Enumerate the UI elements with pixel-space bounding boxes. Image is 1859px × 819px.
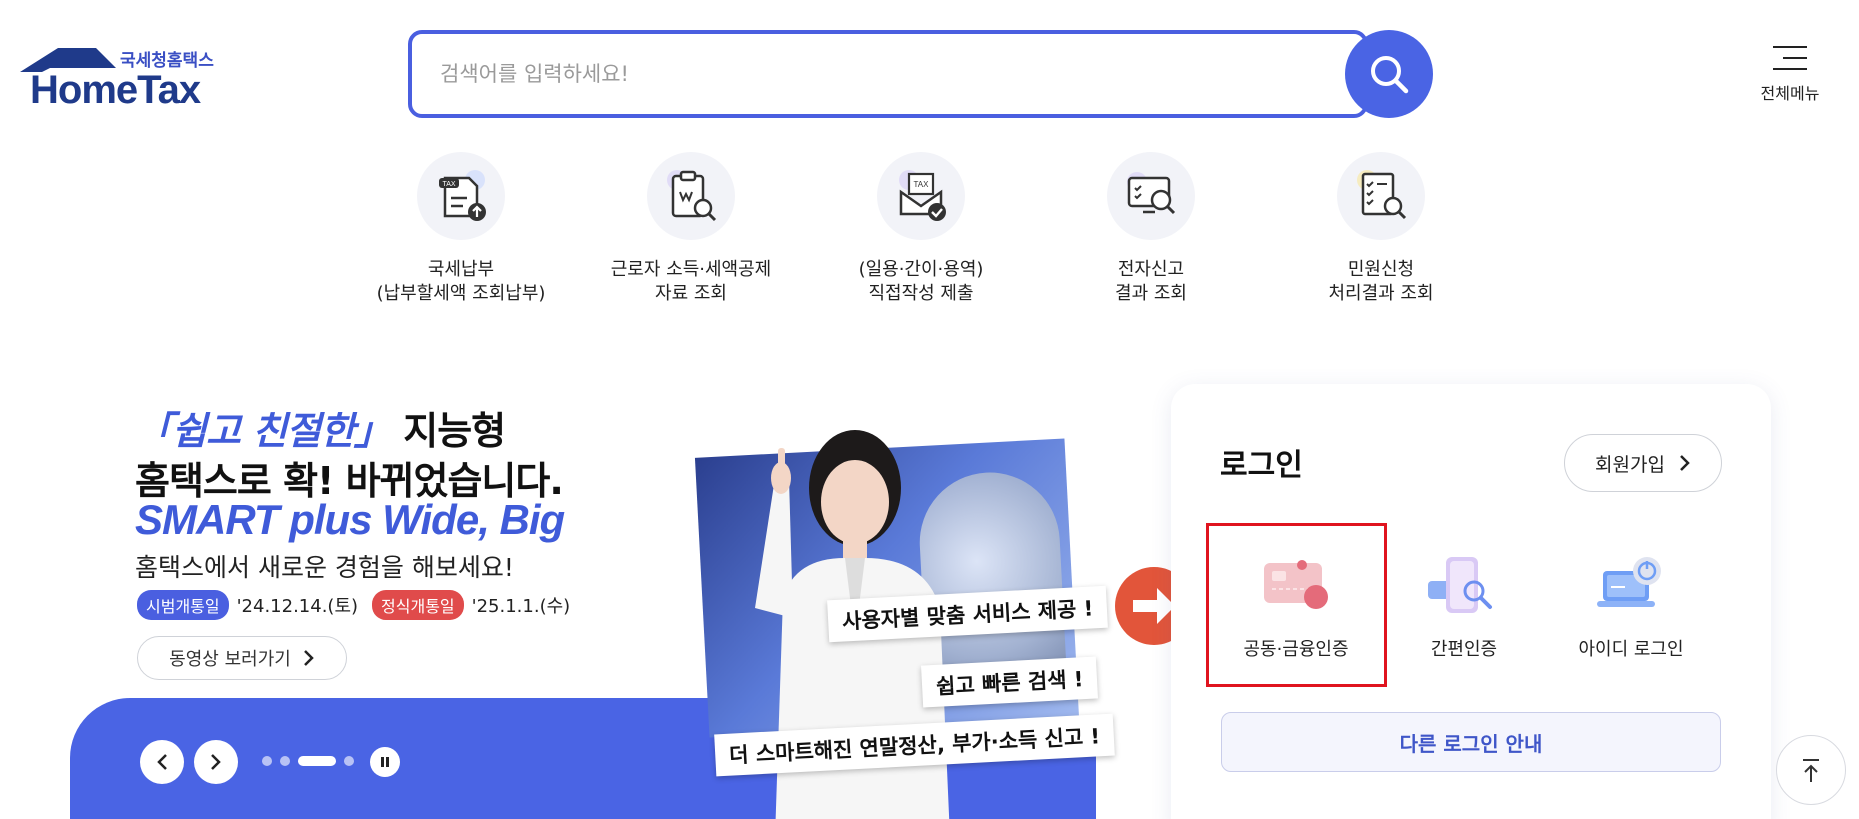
carousel-dot[interactable]	[344, 756, 354, 766]
search-button[interactable]	[1345, 30, 1433, 118]
quick-menu-e-filing[interactable]: 전자신고 결과 조회	[1051, 152, 1251, 306]
quick-menu-label: 전자신고 결과 조회	[1115, 259, 1187, 304]
pause-icon	[381, 757, 389, 767]
hero-headline-1: 「쉽고 친절한」 지능형	[135, 400, 506, 455]
carousel-next-button[interactable]	[194, 740, 238, 784]
hero-subtitle: 홈택스에서 새로운 경험을 해보세요!	[135, 553, 514, 582]
chevron-right-icon	[1680, 455, 1690, 471]
scroll-to-top-button[interactable]	[1776, 735, 1846, 805]
id-login-option[interactable]: 아이디 로그인	[1546, 525, 1716, 685]
carousel-dot[interactable]	[280, 756, 290, 766]
quick-menu-civil[interactable]: 민원신청 처리결과 조회	[1281, 152, 1481, 306]
quick-menu-label: 국세납부 (납부할세액 조회납부)	[376, 259, 546, 304]
arrow-up-icon	[1803, 759, 1819, 782]
all-menu-label: 전체메뉴	[1760, 84, 1820, 103]
simple-auth-label: 간편인증	[1430, 639, 1498, 660]
pilot-launch-badge: 시범개통일	[137, 590, 229, 620]
deduction-search-icon	[647, 152, 735, 240]
search-icon	[1371, 56, 1409, 94]
tax-payment-icon: TAX	[417, 152, 505, 240]
launch-dates: 시범개통일 '24.12.14.(토) 정식개통일 '25.1.1.(수)	[137, 590, 570, 620]
hero-headline-3: SMART plus Wide, Big	[135, 496, 565, 543]
id-login-icon	[1591, 553, 1671, 623]
hero-headline-accent: 「쉽고 친절한」	[135, 409, 392, 453]
quick-menu-label: 근로자 소득·세액공제 자료 조회	[610, 259, 772, 304]
other-login-guide-button[interactable]: 다른 로그인 안내	[1221, 712, 1721, 772]
tax-submit-icon: TAX	[877, 152, 965, 240]
carousel-dot-active[interactable]	[298, 756, 336, 766]
search-box	[408, 30, 1368, 118]
e-filing-result-icon	[1107, 152, 1195, 240]
carousel-indicator	[262, 756, 354, 766]
selection-highlight	[1206, 523, 1387, 687]
search-input[interactable]	[440, 34, 1260, 114]
chevron-right-icon	[211, 754, 221, 770]
quick-menu-tax-payment[interactable]: TAX 국세납부 (납부할세액 조회납부)	[361, 152, 561, 306]
pilot-launch-date: '24.12.14.(토)	[236, 596, 359, 617]
watch-video-button[interactable]: 동영상 보러가기	[137, 636, 347, 680]
carousel-prev-button[interactable]	[140, 740, 184, 784]
hero-headline-rest: 지능형	[391, 409, 506, 453]
signup-button[interactable]: 회원가입	[1564, 434, 1722, 492]
quick-menu-deduction[interactable]: 근로자 소득·세액공제 자료 조회	[591, 152, 791, 306]
svg-text:TAX: TAX	[914, 180, 930, 189]
simple-auth-icon	[1424, 553, 1504, 623]
simple-auth-option[interactable]: 간편인증	[1379, 525, 1549, 685]
logo-title: HomeTax	[30, 68, 201, 112]
all-menu-button[interactable]: 전체메뉴	[1745, 42, 1835, 112]
quick-menu-label: 민원신청 처리결과 조회	[1328, 259, 1434, 304]
official-launch-badge: 정식개통일	[372, 590, 464, 620]
carousel-pause-button[interactable]	[370, 747, 400, 777]
hometax-logo[interactable]: 국세청홈택스 HomeTax	[20, 40, 230, 112]
hamburger-icon	[1773, 46, 1807, 70]
watch-video-label: 동영상 보러가기	[169, 649, 291, 670]
chevron-left-icon	[157, 754, 167, 770]
id-login-label: 아이디 로그인	[1578, 639, 1684, 660]
civil-result-icon	[1337, 152, 1425, 240]
login-title: 로그인	[1220, 448, 1303, 483]
carousel-dot[interactable]	[262, 756, 272, 766]
chevron-right-icon	[303, 650, 314, 666]
svg-text:TAX: TAX	[442, 181, 455, 188]
quick-menu-direct-submit[interactable]: TAX (일용·간이·용역) 직접작성 제출	[821, 152, 1021, 306]
quick-menu-label: (일용·간이·용역) 직접작성 제출	[858, 259, 984, 304]
official-launch-date: '25.1.1.(수)	[471, 596, 571, 617]
signup-label: 회원가입	[1595, 453, 1665, 476]
